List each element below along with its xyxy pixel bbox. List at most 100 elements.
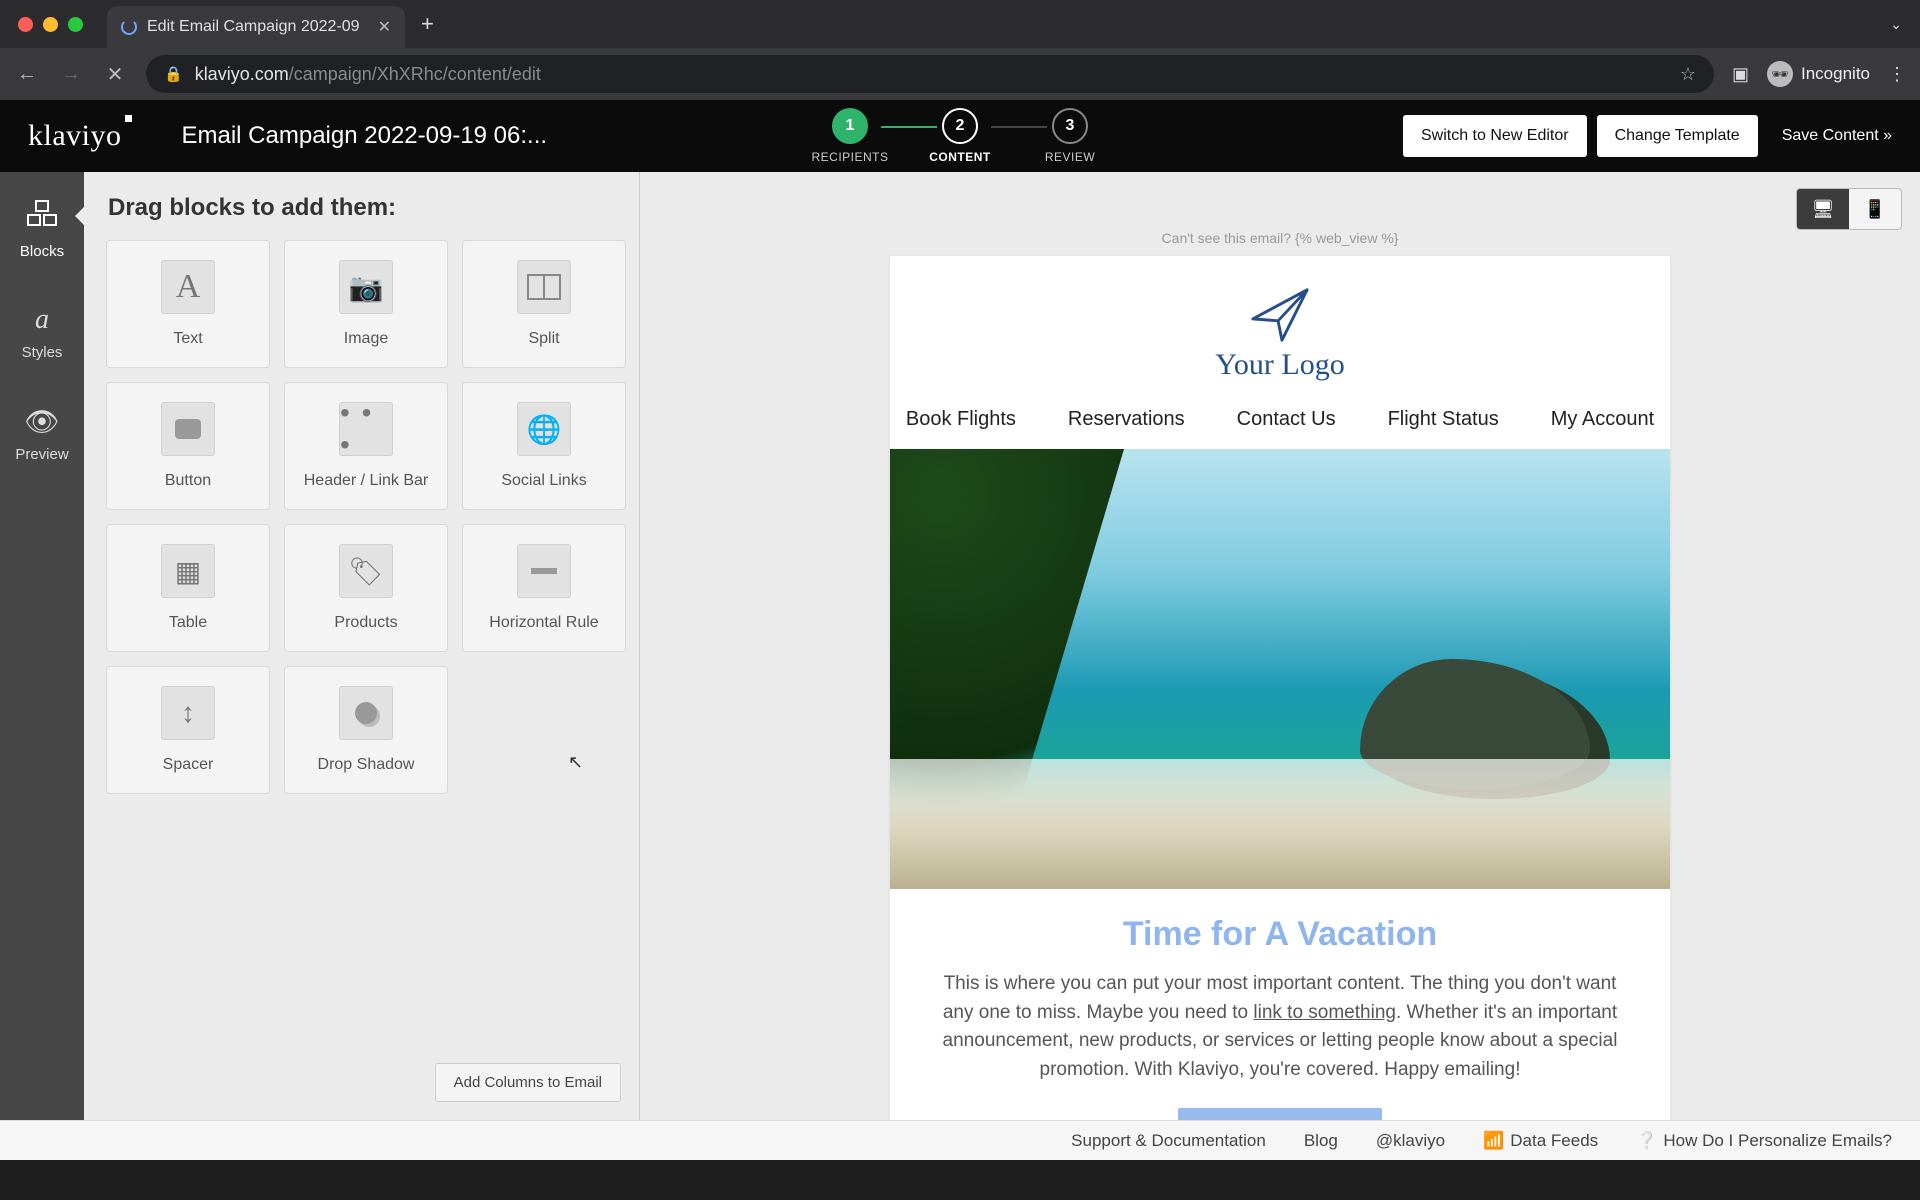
footer-twitter-link[interactable]: @klaviyo [1376,1131,1445,1151]
step-3-label: REVIEW [1045,150,1095,164]
footer-help-link[interactable]: ❔How Do I Personalize Emails? [1636,1131,1892,1151]
footer-data-feeds-link[interactable]: 📶Data Feeds [1483,1131,1598,1151]
block-label: Image [344,330,388,348]
sidebar-tab-styles[interactable]: a Styles [0,296,84,369]
nav-link-flight-status[interactable]: Flight Status [1388,408,1499,431]
webview-hint: Can't see this email? {% web_view %} [1162,230,1399,246]
nav-link-contact-us[interactable]: Contact Us [1237,408,1336,431]
email-cta-button[interactable]: Learn More [1178,1108,1381,1120]
editor-sidebar: Blocks a Styles 👁 Preview [0,172,84,1120]
app-header: klaviyo Email Campaign 2022-09-19 06:...… [0,100,1920,172]
window-bottom-chrome [0,1160,1920,1200]
sidebar-tab-blocks[interactable]: Blocks [0,192,84,268]
block-label: Table [169,614,207,632]
block-label: Spacer [163,756,214,774]
hr-block-icon [517,544,571,598]
block-button[interactable]: Button [106,382,270,510]
dropshadow-block-icon [339,686,393,740]
viewport-toggle: 🖥 📱 [1796,188,1902,230]
block-table[interactable]: ▦ Table [106,524,270,652]
wizard-stepper: 1 RECIPIENTS 2 CONTENT 3 REVIEW [795,108,1125,164]
minimize-window-icon[interactable] [43,17,58,32]
email-body-text[interactable]: This is where you can put your most impo… [890,970,1670,1084]
sidebar-tab-label: Blocks [20,243,64,260]
browser-tab-strip: Edit Email Campaign 2022-09 ✕ + ⌄ [0,0,1920,48]
paper-plane-icon [1249,284,1311,346]
klaviyo-logo[interactable]: klaviyo [28,119,122,153]
nav-link-book-flights[interactable]: Book Flights [906,408,1016,431]
block-social-links[interactable]: 🌐 Social Links [462,382,626,510]
url-path: /campaign/XhXRhc/content/edit [289,64,541,84]
step-recipients[interactable]: 1 RECIPIENTS [795,108,905,164]
save-content-link[interactable]: Save Content » [1782,127,1892,145]
tab-close-icon[interactable]: ✕ [378,17,391,37]
block-split[interactable]: Split [462,240,626,368]
block-spacer[interactable]: ↕ Spacer [106,666,270,794]
block-label: Horizontal Rule [489,614,598,632]
url-host: klaviyo.com [195,64,289,84]
footer-support-link[interactable]: Support & Documentation [1071,1131,1266,1151]
block-label: Text [173,330,202,348]
footer-blog-link[interactable]: Blog [1304,1131,1338,1151]
step-content[interactable]: 2 CONTENT [905,108,1015,164]
tab-title: Edit Email Campaign 2022-09 [147,18,360,36]
nav-link-reservations[interactable]: Reservations [1068,408,1185,431]
bookmark-star-icon[interactable]: ☆ [1680,64,1696,85]
step-review[interactable]: 3 REVIEW [1015,108,1125,164]
products-block-icon: 🏷 [339,544,393,598]
switch-editor-button[interactable]: Switch to New Editor [1403,115,1587,157]
loading-spinner-icon [121,19,137,35]
forward-icon: → [58,63,84,86]
stop-reload-icon[interactable]: ✕ [102,62,128,87]
block-label: Products [334,614,397,632]
campaign-title: Email Campaign 2022-09-19 06:... [182,122,548,150]
sidebar-tab-preview[interactable]: 👁 Preview [0,397,84,471]
editor-workspace: Blocks a Styles 👁 Preview Drag blocks to… [0,172,1920,1120]
block-drop-shadow[interactable]: Drop Shadow [284,666,448,794]
block-text[interactable]: A Text [106,240,270,368]
mac-traffic-lights [18,17,83,32]
nav-link-my-account[interactable]: My Account [1551,408,1654,431]
new-tab-button[interactable]: + [421,11,434,37]
blocks-grid: A Text 📷 Image Split Button • • • Header… [84,240,639,794]
preview-eye-icon: 👁 [24,405,60,438]
email-logo-block[interactable]: Your Logo [890,256,1670,398]
close-window-icon[interactable] [18,17,33,32]
sidebar-tab-label: Preview [15,446,68,463]
body-link[interactable]: link to something [1253,1002,1396,1023]
block-label: Drop Shadow [318,756,415,774]
hero-image[interactable] [890,449,1670,889]
email-nav-bar[interactable]: Book Flights Reservations Contact Us Fli… [890,398,1670,449]
block-products[interactable]: 🏷 Products [284,524,448,652]
block-header-link-bar[interactable]: • • • Header / Link Bar [284,382,448,510]
step-2-label: CONTENT [929,150,991,164]
spacer-block-icon: ↕ [161,686,215,740]
step-1-label: RECIPIENTS [811,150,888,164]
tab-overflow-icon[interactable]: ⌄ [1890,16,1902,33]
step-2-circle: 2 [942,108,978,144]
browser-menu-icon[interactable]: ⋮ [1888,64,1906,85]
styles-icon: a [35,304,49,336]
extensions-icon[interactable]: ▣ [1732,64,1749,85]
incognito-indicator[interactable]: 🕶 Incognito [1767,61,1870,87]
back-icon[interactable]: ← [14,63,40,86]
email-preview[interactable]: Your Logo Book Flights Reservations Cont… [890,256,1670,1120]
block-horizontal-rule[interactable]: Horizontal Rule [462,524,626,652]
maximize-window-icon[interactable] [68,17,83,32]
address-bar[interactable]: 🔒 klaviyo.com/campaign/XhXRhc/content/ed… [146,55,1714,93]
table-block-icon: ▦ [161,544,215,598]
add-columns-button[interactable]: Add Columns to Email [435,1063,621,1102]
block-image[interactable]: 📷 Image [284,240,448,368]
logo-placeholder-text: Your Logo [1215,348,1344,382]
browser-tab-active[interactable]: Edit Email Campaign 2022-09 ✕ [107,6,405,48]
change-template-button[interactable]: Change Template [1597,115,1758,157]
linkbar-block-icon: • • • [339,402,393,456]
button-block-icon [161,402,215,456]
desktop-view-button[interactable]: 🖥 [1797,189,1849,229]
email-canvas: 🖥 📱 Can't see this email? {% web_view %}… [640,172,1920,1120]
mobile-view-button[interactable]: 📱 [1849,189,1901,229]
blocks-icon [27,200,57,235]
block-label: Header / Link Bar [304,472,429,490]
sidebar-tab-label: Styles [22,344,63,361]
email-heading[interactable]: Time for A Vacation [890,915,1670,954]
